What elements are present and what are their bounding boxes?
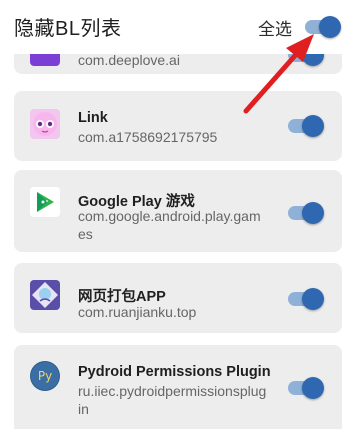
pink-character-icon	[30, 109, 60, 139]
select-all-toggle[interactable]	[305, 16, 341, 38]
app-package: com.google.android.play.games	[78, 208, 261, 242]
app-card-web-package[interactable]: 网页打包APP com.ruanjianku.top	[14, 263, 342, 333]
app-card-pydroid[interactable]: Py Pydroid Permissions Plugin ru.iiec.py…	[14, 345, 342, 429]
app-card-google-play-games[interactable]: Google Play 游戏 com.google.android.play.g…	[14, 170, 342, 252]
web-package-icon	[30, 280, 60, 310]
google-play-games-icon	[30, 187, 60, 217]
page-title: 隐藏BL列表	[14, 18, 122, 40]
app-card-link[interactable]: Link com.a1758692175795	[14, 91, 342, 161]
app-name: Link	[78, 110, 108, 126]
purple-app-icon	[30, 54, 60, 66]
app-toggle[interactable]	[288, 288, 324, 310]
pydroid-icon: Py	[30, 361, 60, 391]
app-toggle[interactable]	[288, 377, 324, 399]
app-package: ru.iiec.pydroidpermissionsplugin	[78, 383, 267, 417]
svg-text:Py: Py	[38, 369, 52, 383]
app-toggle[interactable]	[288, 115, 324, 137]
app-package: com.a1758692175795	[78, 129, 218, 145]
app-package: com.ruanjianku.top	[78, 304, 197, 320]
top-bar: 隐藏BL列表 全选	[0, 0, 358, 54]
select-all-label: 全选	[258, 20, 292, 39]
app-name: Pydroid Permissions Plugin	[78, 364, 271, 380]
app-toggle[interactable]	[288, 202, 324, 224]
